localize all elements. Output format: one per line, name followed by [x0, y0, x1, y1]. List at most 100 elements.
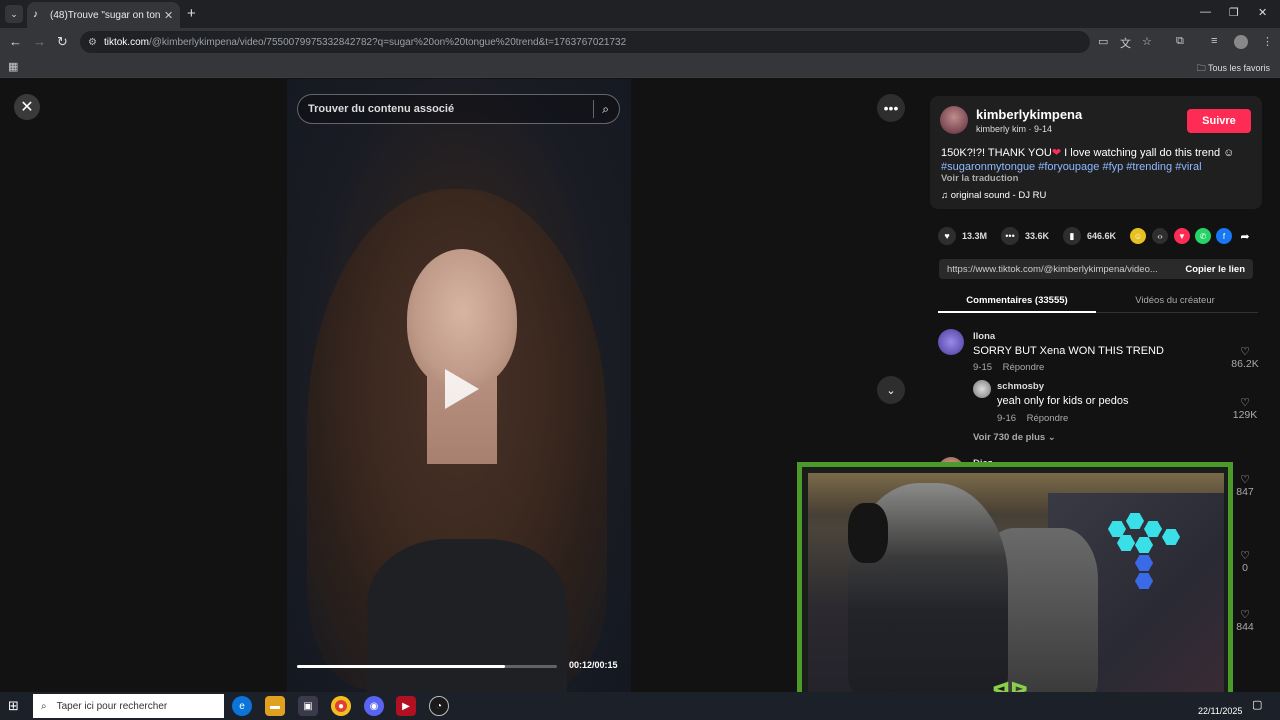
- all-bookmarks[interactable]: 🗀 Tous les favoris: [1197, 61, 1270, 77]
- view-more-replies[interactable]: Voir 730 de plus ⌄: [973, 432, 1056, 443]
- address-bar[interactable]: ⚙ tiktok.com/@kimberlykimpena/video/7550…: [80, 31, 1090, 53]
- back-icon[interactable]: ←: [9, 34, 22, 49]
- browser-toolbar: ← → ↻ ⚙ tiktok.com/@kimberlykimpena/vide…: [0, 28, 1280, 56]
- reply-author[interactable]: schmosby: [997, 381, 1044, 392]
- search-icon[interactable]: ⌕: [602, 102, 609, 117]
- close-window-icon[interactable]: ✕: [1258, 6, 1267, 19]
- star-icon[interactable]: ☆: [1142, 35, 1152, 48]
- apps-grid-icon[interactable]: ▦: [8, 60, 18, 73]
- heart-emoji-icon: ❤: [1051, 147, 1062, 159]
- minimize-icon[interactable]: —: [1200, 6, 1211, 18]
- video-frame-face: [407, 249, 517, 389]
- tab-title: (48)Trouve "sugar on tongue tre: [50, 9, 160, 21]
- browser-tab[interactable]: ♪ (48)Trouve "sugar on tongue tre ✕: [27, 2, 180, 28]
- translate-icon[interactable]: 文: [1120, 35, 1131, 51]
- play-icon[interactable]: [445, 369, 479, 409]
- copy-link-button[interactable]: Copier le lien: [1185, 264, 1245, 275]
- headset-icon: [848, 503, 888, 563]
- music-note-icon: ♫: [941, 190, 949, 201]
- reload-icon[interactable]: ↻: [57, 34, 68, 50]
- taskbar-search-text: Taper ici pour rechercher: [56, 700, 168, 712]
- reply-text: yeah only for kids or pedos: [997, 395, 1129, 407]
- comment-text: SORRY BUT Xena WON THIS TREND: [973, 345, 1164, 357]
- restore-icon[interactable]: ❐: [1229, 6, 1239, 19]
- tab-search-icon[interactable]: ⌄: [5, 5, 23, 23]
- site-info-icon[interactable]: ⚙: [88, 37, 97, 48]
- close-video-icon[interactable]: ✕: [14, 94, 40, 120]
- reply-button[interactable]: Répondre: [1027, 413, 1069, 424]
- notification-icon[interactable]: ▢: [1252, 698, 1262, 711]
- save-button[interactable]: ▮ 646.6K: [1063, 227, 1116, 245]
- menu-icon[interactable]: ⋮: [1262, 35, 1273, 48]
- url-text: tiktok.com/@kimberlykimpena/video/755007…: [103, 36, 627, 48]
- reply-like-button[interactable]: ♡ 129K: [1227, 396, 1263, 421]
- bookmark-icon: ▮: [1063, 227, 1081, 245]
- author-subtitle: kimberly kim · 9-14: [976, 124, 1053, 134]
- discord-icon[interactable]: ◉: [364, 696, 384, 716]
- search-icon: ⌕: [41, 700, 47, 712]
- reply-meta: 9-16 Répondre: [997, 413, 1069, 424]
- comment-author[interactable]: Ilona: [973, 331, 995, 342]
- whatsapp-icon[interactable]: ✆: [1195, 228, 1211, 244]
- author-avatar[interactable]: [940, 106, 968, 134]
- reply-avatar[interactable]: [973, 380, 991, 398]
- like-button[interactable]: ♥ 13.3M: [938, 227, 987, 245]
- related-search-bar[interactable]: Trouver du contenu associé ⌕: [297, 94, 620, 124]
- comment-icon: •••: [1001, 227, 1019, 245]
- more-options-icon[interactable]: •••: [877, 94, 905, 122]
- sound-link[interactable]: ♫ original sound - DJ RU: [941, 190, 1046, 201]
- share-arrow-icon[interactable]: ➦: [1237, 228, 1253, 244]
- tab-close-icon[interactable]: ✕: [164, 9, 173, 22]
- share-coin-icon[interactable]: ☺: [1130, 228, 1146, 244]
- video-editor-icon[interactable]: ▶: [396, 696, 416, 716]
- obs-icon[interactable]: ◔: [429, 696, 449, 716]
- video-progress-bar[interactable]: [297, 665, 557, 668]
- heart-icon: ♥: [938, 227, 956, 245]
- cast-icon[interactable]: ▭: [1098, 35, 1108, 48]
- media-icon[interactable]: ≡: [1211, 35, 1217, 47]
- file-explorer-icon[interactable]: ▬: [265, 696, 285, 716]
- action-bar: ♥ 13.3M ••• 33.6K ▮ 646.6K ☺ ‹› ▼ ✆ f ➦: [938, 227, 1268, 247]
- comment-avatar[interactable]: [938, 329, 964, 355]
- forward-icon[interactable]: →: [33, 34, 46, 49]
- facebook-icon[interactable]: f: [1216, 228, 1232, 244]
- video-time: 00:12/00:15: [569, 660, 618, 670]
- bookmarks-bar: ▦ 🗀 Tous les favoris: [0, 56, 1280, 78]
- comment-like-button[interactable]: ♡ 86.2K: [1227, 345, 1263, 370]
- windows-start-icon[interactable]: ⊞: [8, 698, 19, 714]
- video-player[interactable]: Trouver du contenu associé ⌕ 00:12/00:15: [287, 79, 631, 692]
- comment-button[interactable]: ••• 33.6K: [1001, 227, 1049, 245]
- reply-button[interactable]: Répondre: [1003, 362, 1045, 373]
- extensions-icon[interactable]: ⧉: [1176, 35, 1184, 48]
- taskbar-date: 22/11/2025: [1198, 706, 1243, 716]
- tab-creator-videos[interactable]: Vidéos du créateur: [1096, 287, 1254, 313]
- new-tab-icon[interactable]: +: [187, 5, 196, 22]
- store-icon[interactable]: ▣: [298, 696, 318, 716]
- chrome-icon[interactable]: ●: [331, 696, 351, 716]
- webcam-overlay: ᐊᐅ: [797, 462, 1233, 708]
- video-frame-top: [367, 539, 567, 692]
- post-info-card: kimberlykimpena kimberly kim · 9-14 Suiv…: [930, 96, 1262, 209]
- taskbar-search[interactable]: ⌕ Taper ici pour rechercher: [33, 694, 224, 718]
- search-divider: [593, 100, 595, 118]
- next-video-icon[interactable]: ⌄: [877, 376, 905, 404]
- author-username[interactable]: kimberlykimpena: [976, 107, 1082, 122]
- tab-comments[interactable]: Commentaires (33555): [938, 287, 1096, 313]
- embed-icon[interactable]: ‹›: [1152, 228, 1168, 244]
- webcam-feed: [808, 473, 1224, 698]
- browser-tab-bar: ⌄ ♪ (48)Trouve "sugar on tongue tre ✕ + …: [0, 0, 1280, 28]
- see-translation-link[interactable]: Voir la traduction: [941, 173, 1018, 184]
- post-caption: 150K?!?! THANK YOU❤ I love watching yall…: [941, 147, 1235, 173]
- follow-button[interactable]: Suivre: [1187, 109, 1251, 133]
- tiktok-favicon-icon: ♪: [33, 9, 38, 20]
- send-icon[interactable]: ▼: [1174, 228, 1190, 244]
- video-progress-fill: [297, 665, 505, 668]
- share-link-url[interactable]: https://www.tiktok.com/@kimberlykimpena/…: [947, 264, 1169, 275]
- panel-tabs: Commentaires (33555) Vidéos du créateur: [938, 287, 1258, 313]
- edge-icon[interactable]: e: [232, 696, 252, 716]
- related-search-input[interactable]: Trouver du contenu associé: [308, 103, 593, 115]
- share-link-box: https://www.tiktok.com/@kimberlykimpena/…: [939, 259, 1253, 279]
- post-hashtags[interactable]: #sugaronmytongue #foryoupage #fyp #trend…: [941, 161, 1202, 173]
- comment-meta: 9-15 Répondre: [973, 362, 1045, 373]
- profile-avatar[interactable]: [1234, 35, 1248, 49]
